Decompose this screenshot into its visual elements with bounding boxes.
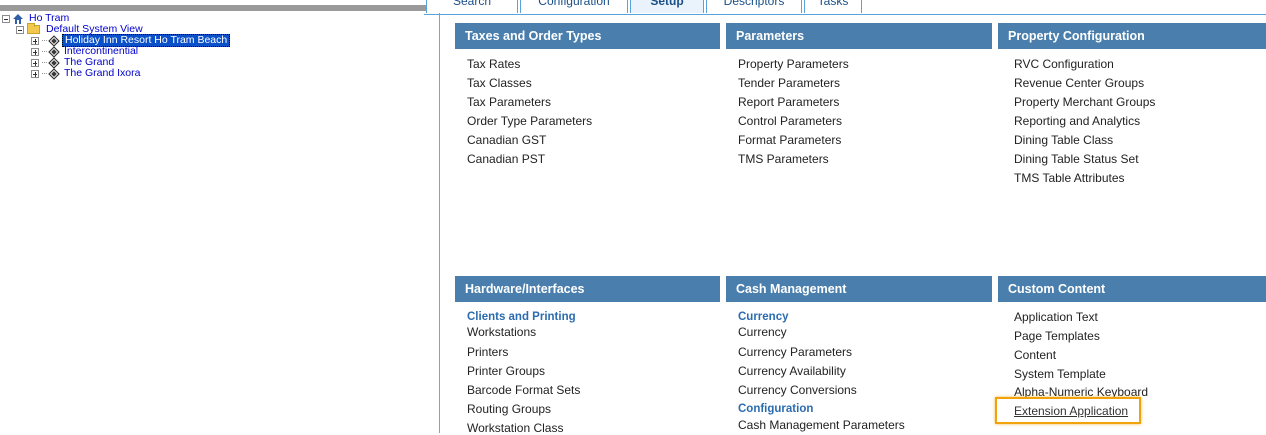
tab-strip: Search Configuration Setup Descriptors T…	[424, 0, 1266, 15]
link-printer-groups[interactable]: Printer Groups	[467, 364, 545, 378]
link-dining-table-status-set[interactable]: Dining Table Status Set	[1014, 152, 1139, 166]
link-currency-availability[interactable]: Currency Availability	[738, 364, 846, 378]
link-barcode-format-sets[interactable]: Barcode Format Sets	[467, 383, 580, 397]
tree-connector	[42, 73, 47, 74]
property-icon	[48, 67, 60, 80]
link-tms-table-attributes[interactable]: TMS Table Attributes	[1014, 171, 1125, 185]
tab-descriptors[interactable]: Descriptors	[706, 0, 802, 13]
tree-connector	[42, 40, 47, 41]
link-printers[interactable]: Printers	[467, 345, 508, 359]
link-canadian-gst[interactable]: Canadian GST	[467, 133, 546, 147]
link-currency-conversions[interactable]: Currency Conversions	[738, 383, 857, 397]
link-dining-table-class[interactable]: Dining Table Class	[1014, 133, 1113, 147]
panel-header-property-configuration: Property Configuration	[998, 23, 1266, 49]
expand-icon[interactable]	[31, 36, 39, 45]
link-tax-parameters[interactable]: Tax Parameters	[467, 95, 551, 109]
link-routing-groups[interactable]: Routing Groups	[467, 402, 551, 416]
link-property-parameters[interactable]: Property Parameters	[738, 57, 849, 71]
link-currency-parameters[interactable]: Currency Parameters	[738, 345, 852, 359]
panel-header-hardware-interfaces: Hardware/Interfaces	[455, 276, 720, 302]
tree-pane-header-bar	[0, 5, 440, 11]
link-format-parameters[interactable]: Format Parameters	[738, 133, 841, 147]
link-cash-management-parameters[interactable]: Cash Management Parameters	[738, 418, 905, 432]
tree-node-property[interactable]: The Grand Ixora	[31, 67, 142, 80]
enterprise-home-icon	[13, 13, 23, 24]
property-icon	[48, 56, 60, 69]
tab-configuration[interactable]: Configuration	[520, 0, 628, 13]
link-control-parameters[interactable]: Control Parameters	[738, 114, 842, 128]
tree-label-property[interactable]: The Grand Ixora	[62, 68, 142, 79]
link-currency[interactable]: Currency	[738, 325, 787, 339]
link-revenue-center-groups[interactable]: Revenue Center Groups	[1014, 76, 1144, 90]
link-order-type-parameters[interactable]: Order Type Parameters	[467, 114, 592, 128]
subheading-configuration: Configuration	[738, 403, 814, 415]
panel-header-parameters: Parameters	[726, 23, 992, 49]
panel-header-taxes: Taxes and Order Types	[455, 23, 720, 49]
property-icon	[48, 34, 60, 47]
link-canadian-pst[interactable]: Canadian PST	[467, 152, 545, 166]
expand-icon[interactable]	[31, 69, 39, 78]
property-icon	[48, 45, 60, 58]
link-report-parameters[interactable]: Report Parameters	[738, 95, 839, 109]
link-tender-parameters[interactable]: Tender Parameters	[738, 76, 840, 90]
panel-header-cash-management: Cash Management	[726, 276, 992, 302]
link-system-template[interactable]: System Template	[1014, 367, 1106, 381]
link-tms-parameters[interactable]: TMS Parameters	[738, 152, 829, 166]
link-reporting-and-analytics[interactable]: Reporting and Analytics	[1014, 114, 1140, 128]
tab-tasks[interactable]: Tasks	[804, 0, 862, 13]
link-page-templates[interactable]: Page Templates	[1014, 329, 1100, 343]
expand-icon[interactable]	[31, 58, 39, 67]
collapse-icon[interactable]	[2, 14, 10, 23]
link-application-text[interactable]: Application Text	[1014, 310, 1098, 324]
tree-connector	[42, 62, 47, 63]
panel-header-custom-content: Custom Content	[998, 276, 1266, 302]
subheading-currency: Currency	[738, 311, 789, 323]
link-extension-application[interactable]: Extension Application	[1014, 404, 1128, 418]
link-tax-classes[interactable]: Tax Classes	[467, 76, 532, 90]
collapse-icon[interactable]	[16, 25, 24, 34]
tab-setup[interactable]: Setup	[630, 0, 704, 13]
link-rvc-configuration[interactable]: RVC Configuration	[1014, 57, 1114, 71]
expand-icon[interactable]	[31, 47, 39, 56]
link-property-merchant-groups[interactable]: Property Merchant Groups	[1014, 95, 1155, 109]
folder-icon	[27, 23, 40, 34]
tree-connector	[42, 51, 47, 52]
tab-search[interactable]: Search	[426, 0, 518, 13]
link-content[interactable]: Content	[1014, 348, 1056, 362]
subheading-clients-and-printing: Clients and Printing	[467, 311, 576, 323]
link-workstations[interactable]: Workstations	[467, 325, 536, 339]
link-tax-rates[interactable]: Tax Rates	[467, 57, 520, 71]
navigation-tree-pane: Ho Tram Default System View Holiday Inn …	[0, 0, 440, 433]
